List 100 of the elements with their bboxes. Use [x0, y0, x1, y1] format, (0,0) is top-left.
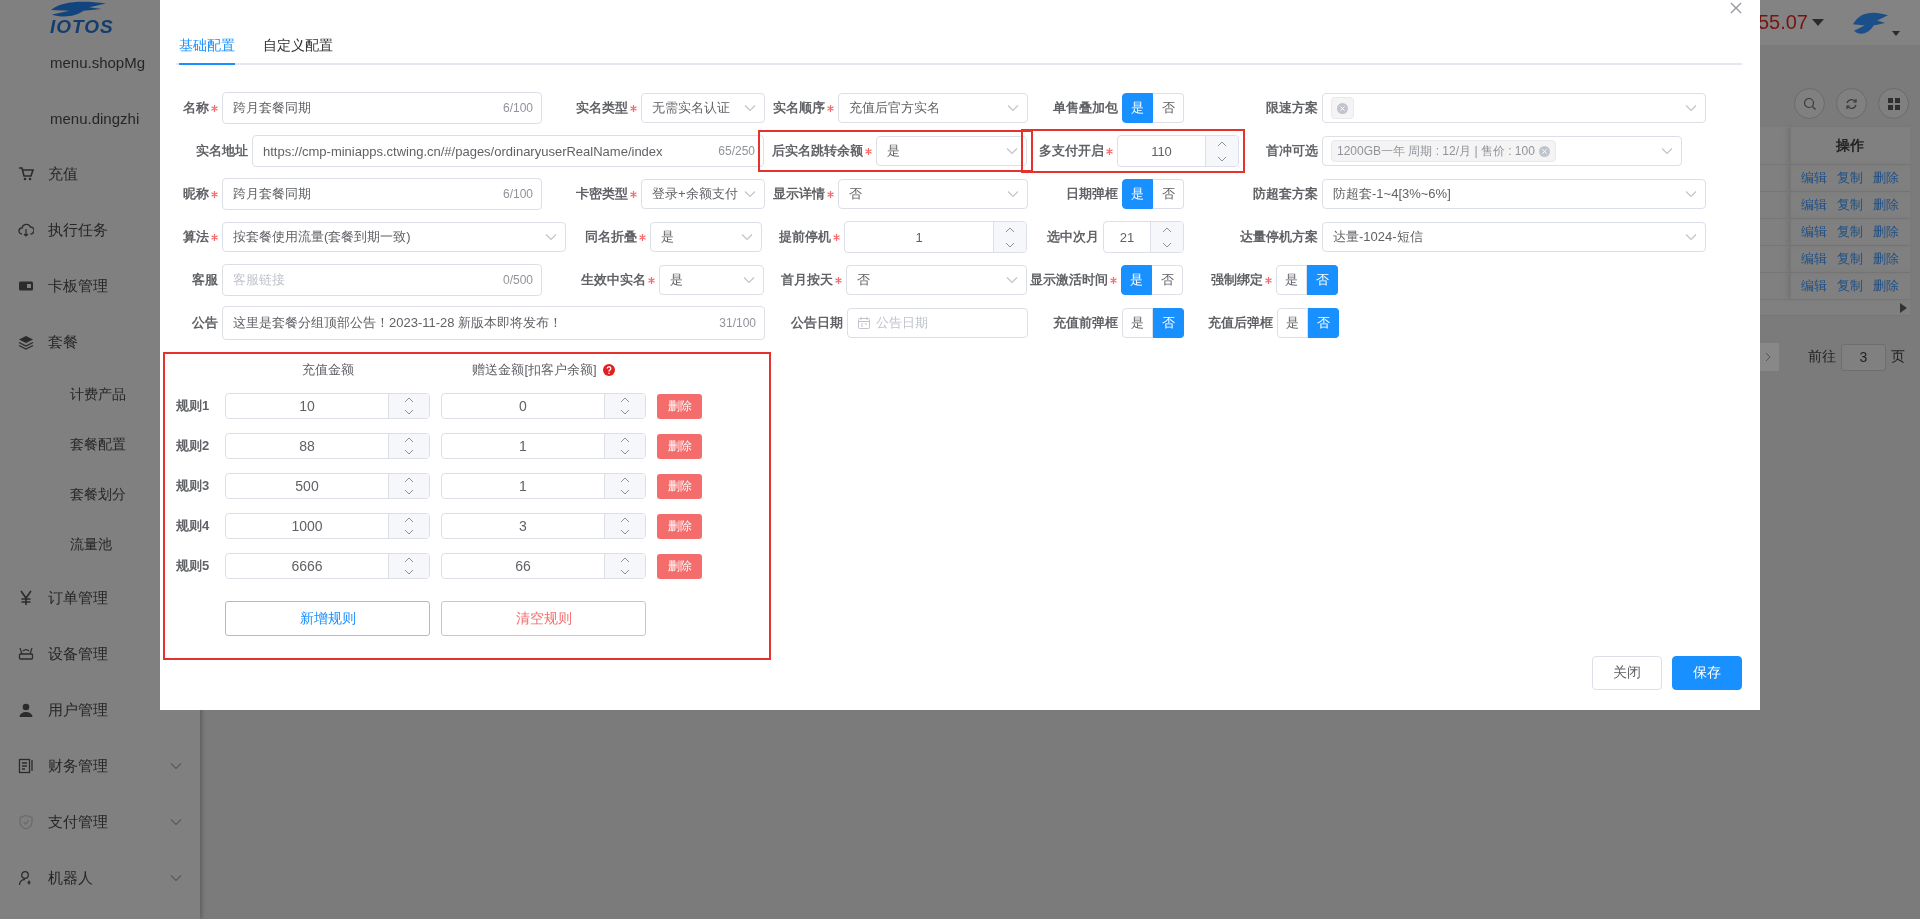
number-input[interactable]: 10 — [225, 393, 430, 419]
table-link[interactable]: 删除 — [1873, 223, 1900, 241]
sidebar-item[interactable]: 设备管理 — [0, 626, 200, 682]
text-input[interactable]: 跨月套餐同期 6/100 — [222, 178, 542, 210]
text-input[interactable]: 跨月套餐同期 6/100 — [222, 92, 542, 124]
table-link[interactable]: 删除 — [1873, 277, 1900, 295]
search-button[interactable] — [1794, 88, 1825, 119]
toggle-option[interactable]: 是 — [1277, 308, 1308, 338]
stepper[interactable] — [604, 434, 645, 458]
stepper[interactable] — [388, 394, 429, 418]
close-icon[interactable] — [1730, 2, 1742, 14]
number-input[interactable]: 1 — [844, 221, 1027, 253]
select-input[interactable]: 无需实名认证 — [641, 93, 765, 123]
number-input[interactable]: 1 — [441, 473, 646, 499]
select-input[interactable]: 是 — [876, 136, 1027, 166]
stepper[interactable] — [388, 474, 429, 498]
delete-button[interactable]: 删除 — [657, 513, 702, 539]
stepper[interactable] — [604, 514, 645, 538]
toggle-option[interactable]: 否 — [1153, 179, 1184, 209]
number-input[interactable]: 88 — [225, 433, 430, 459]
table-link[interactable]: 编辑 — [1801, 250, 1828, 268]
text-input[interactable]: 客服链接 0/500 — [222, 264, 542, 296]
number-input[interactable]: 0 — [441, 393, 646, 419]
stepper[interactable] — [1150, 222, 1183, 252]
number-input[interactable]: 110 — [1117, 135, 1239, 167]
number-input[interactable]: 6666 — [225, 553, 430, 579]
stepper[interactable] — [1205, 136, 1238, 166]
select-input[interactable]: 登录+余额支付 — [641, 179, 765, 209]
sidebar-item[interactable]: 用户管理 — [0, 682, 200, 738]
toggle-option[interactable]: 否 — [1308, 308, 1339, 338]
table-link[interactable]: 复制 — [1837, 223, 1864, 241]
scroll-arrow-icon[interactable] — [1900, 302, 1907, 313]
select-input[interactable]: 是 — [659, 265, 764, 295]
table-link[interactable]: 编辑 — [1801, 169, 1828, 187]
stepper[interactable] — [993, 222, 1026, 252]
page-input[interactable]: 3 — [1841, 343, 1886, 371]
toggle-option[interactable]: 否 — [1152, 265, 1183, 295]
chevron-up-icon — [620, 557, 630, 563]
tab[interactable]: 基础配置 — [179, 29, 235, 65]
toggle-option[interactable]: 是 — [1122, 308, 1153, 338]
number-input[interactable]: 3 — [441, 513, 646, 539]
remove-tag-icon[interactable] — [1337, 102, 1348, 114]
stepper[interactable] — [604, 394, 645, 418]
caret-icon[interactable] — [1892, 30, 1900, 36]
table-link[interactable]: 复制 — [1837, 169, 1864, 187]
table-link[interactable]: 复制 — [1837, 196, 1864, 214]
delete-button[interactable]: 删除 — [657, 393, 702, 419]
text-input[interactable]: https://cmp-miniapps.ctwing.cn/#/pages/ordinaryuserRealName/index 65/250 — [252, 135, 764, 167]
refresh-button[interactable] — [1836, 88, 1867, 119]
save-button[interactable]: 保存 — [1672, 656, 1742, 690]
remove-tag-icon[interactable] — [1538, 145, 1550, 157]
select-input[interactable]: 是 — [650, 222, 762, 252]
sidebar-item[interactable]: 支付管理 — [0, 794, 200, 850]
toggle-option[interactable]: 否 — [1153, 308, 1184, 338]
table-link[interactable]: 复制 — [1837, 277, 1864, 295]
multi-select[interactable] — [1322, 93, 1706, 123]
toggle-option[interactable]: 是 — [1122, 179, 1153, 209]
stepper[interactable] — [388, 434, 429, 458]
number-input[interactable]: 1 — [441, 433, 646, 459]
toggle-option[interactable]: 是 — [1122, 93, 1153, 123]
grid-button[interactable] — [1878, 88, 1909, 119]
number-input[interactable]: 500 — [225, 473, 430, 499]
rule-label: 规则2 — [176, 437, 211, 455]
number-input[interactable]: 66 — [441, 553, 646, 579]
number-input[interactable]: 21 — [1103, 221, 1184, 253]
sidebar-item[interactable]: 财务管理 — [0, 738, 200, 794]
chevron-up-icon — [404, 437, 414, 443]
text-area[interactable]: 这里是套餐分组顶部公告！2023-11-28 新版本即将发布！ 31/100 — [222, 306, 765, 340]
toggle-option[interactable]: 是 — [1276, 265, 1307, 295]
select-input[interactable]: 否 — [846, 265, 1027, 295]
toggle-option[interactable]: 否 — [1153, 93, 1184, 123]
select-input[interactable]: 防超套-1~4[3%~6%] — [1322, 179, 1706, 209]
select-input[interactable]: 按套餐使用流量(套餐到期一致) — [222, 222, 566, 252]
table-link[interactable]: 编辑 — [1801, 196, 1828, 214]
table-link[interactable]: 编辑 — [1801, 223, 1828, 241]
toggle-option[interactable]: 否 — [1307, 265, 1338, 295]
table-link[interactable]: 编辑 — [1801, 277, 1828, 295]
table-link[interactable]: 删除 — [1873, 169, 1900, 187]
delete-button[interactable]: 删除 — [657, 473, 702, 499]
delete-button[interactable]: 删除 — [657, 433, 702, 459]
sidebar-item[interactable]: 机器人 — [0, 850, 200, 906]
delete-button[interactable]: 删除 — [657, 553, 702, 579]
caret-icon[interactable] — [1812, 19, 1824, 26]
multi-select[interactable]: 1200GB一年 周期 : 12/月 | 售价 : 100 — [1322, 136, 1682, 166]
number-input[interactable]: 1000 — [225, 513, 430, 539]
clear-rules-button[interactable]: 清空规则 — [441, 601, 646, 636]
table-link[interactable]: 删除 — [1873, 250, 1900, 268]
select-input[interactable]: 达量-1024-短信 — [1322, 222, 1706, 252]
select-input[interactable]: 充值后官方实名 — [838, 93, 1028, 123]
stepper[interactable] — [388, 514, 429, 538]
select-input[interactable]: 否 — [838, 179, 1028, 209]
add-rule-button[interactable]: 新增规则 — [225, 601, 430, 636]
stepper[interactable] — [604, 554, 645, 578]
tab[interactable]: 自定义配置 — [263, 29, 333, 65]
table-link[interactable]: 复制 — [1837, 250, 1864, 268]
close-button[interactable]: 关闭 — [1592, 656, 1662, 690]
stepper[interactable] — [388, 554, 429, 578]
stepper[interactable] — [604, 474, 645, 498]
table-link[interactable]: 删除 — [1873, 196, 1900, 214]
toggle-option[interactable]: 是 — [1121, 265, 1152, 295]
